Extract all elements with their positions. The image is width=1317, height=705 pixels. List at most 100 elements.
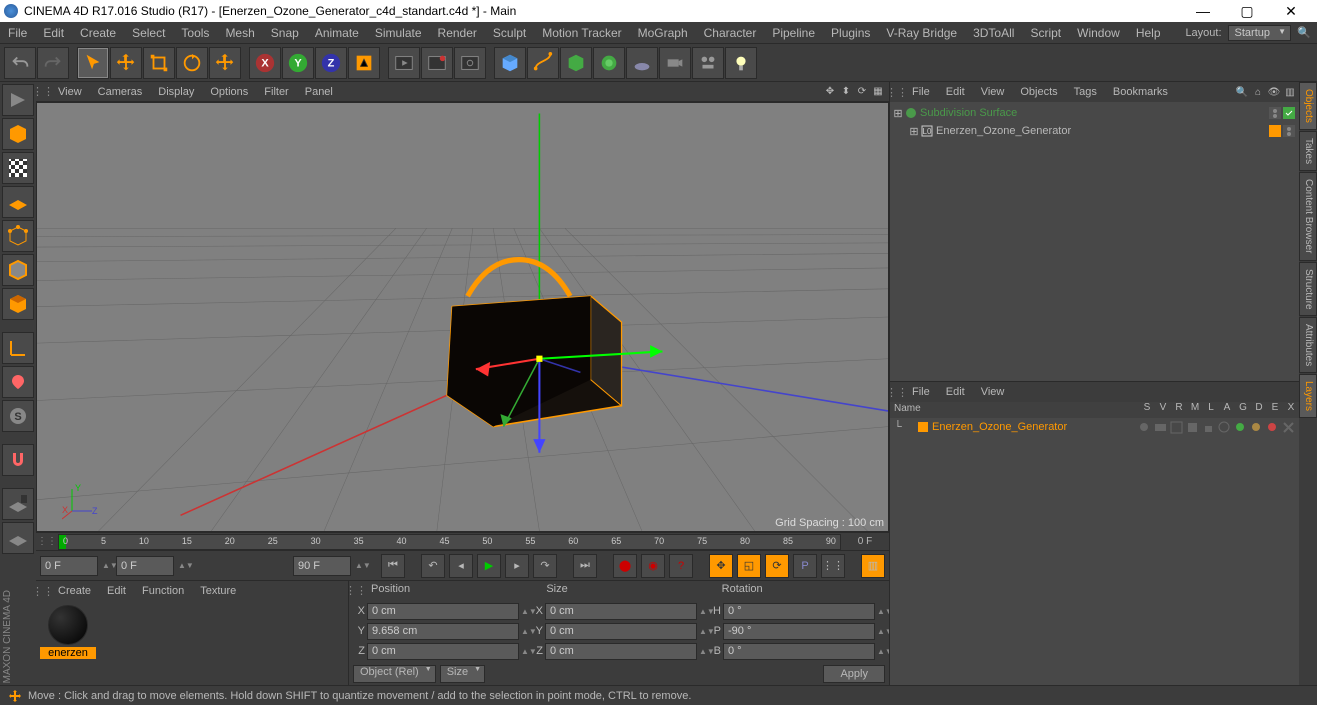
layer-xref-icon[interactable] [1282,421,1295,434]
step-forward-button[interactable]: ▸ [505,554,529,578]
record-button[interactable]: ⬤ [613,554,637,578]
goto-end-button[interactable]: ⏭ [573,554,597,578]
param-key-button[interactable]: P [793,554,817,578]
render-pv-button[interactable] [421,47,453,79]
edge-mode-button[interactable] [2,254,34,286]
axis-orientation-widget[interactable]: YZX [62,481,102,521]
camera-button[interactable] [659,47,691,79]
axis-mode-button[interactable] [2,332,34,364]
workplane-mode-button[interactable] [2,186,34,218]
check-tag-icon[interactable] [1283,107,1295,119]
right-tab-layers[interactable]: Layers [1299,374,1317,418]
minimize-button[interactable]: — [1181,0,1225,22]
menu-v-ray-bridge[interactable]: V-Ray Bridge [878,23,965,43]
viewport-3d[interactable]: Perspective [36,102,889,532]
menu-animate[interactable]: Animate [307,23,367,43]
model-mode-button[interactable] [2,118,34,150]
menu-help[interactable]: Help [1128,23,1169,43]
tree-row[interactable]: ⊞L0Enerzen_Ozone_Generator [892,122,1297,140]
goto-prev-key-button[interactable]: ↶ [421,554,445,578]
om-home-icon[interactable]: ⌂ [1251,85,1265,99]
apply-button[interactable]: Apply [823,665,885,683]
om-menu-edit[interactable]: Edit [938,84,973,100]
play-button[interactable]: ▶ [477,554,501,578]
timeline-window-button[interactable]: ▥ [861,554,885,578]
tree-label[interactable]: Enerzen_Ozone_Generator [936,125,1269,137]
keyframe-sel-button[interactable]: ? [669,554,693,578]
polygon-mode-button[interactable] [2,288,34,320]
size-mode-dropdown[interactable]: Size [440,665,485,683]
magnet-button[interactable] [2,444,34,476]
vp-menu-cameras[interactable]: Cameras [90,84,151,100]
layer-manager-icon[interactable] [1186,421,1199,434]
layer-anim-icon[interactable] [1218,421,1231,434]
size-x-input[interactable] [545,603,697,620]
vp-maximize-icon[interactable]: ▦ [871,85,885,99]
mat-menu-function[interactable]: Function [134,583,192,599]
undo-button[interactable] [4,47,36,79]
mat-menu-edit[interactable]: Edit [99,583,134,599]
menu-pipeline[interactable]: Pipeline [764,23,823,43]
menu-character[interactable]: Character [696,23,765,43]
z-axis-button[interactable]: Z [315,47,347,79]
snap-button[interactable]: S [2,400,34,432]
menu-3dtoall[interactable]: 3DToAll [965,23,1022,43]
vp-menu-view[interactable]: View [50,84,90,100]
om-menu-file[interactable]: File [904,84,938,100]
select-tool[interactable] [77,47,109,79]
timeline-ruler[interactable]: ⋮⋮ 051015202530354045505560657075808590 … [36,532,889,550]
panel-grip-icon[interactable]: ⋮⋮ [40,536,54,547]
close-button[interactable]: ✕ [1269,0,1313,22]
frame-start-input[interactable] [40,556,98,576]
vis-tag-icon[interactable] [1269,107,1281,119]
cam-settings-button[interactable] [692,47,724,79]
mat-menu-texture[interactable]: Texture [192,583,244,599]
menu-file[interactable]: File [0,23,35,43]
point-mode-button[interactable] [2,220,34,252]
vp-menu-options[interactable]: Options [202,84,256,100]
goto-start-button[interactable]: ⏮ [381,554,405,578]
menu-select[interactable]: Select [124,23,173,43]
layer-lock-icon[interactable] [1202,421,1215,434]
object-tree[interactable]: ⊞Subdivision Surface⊞L0Enerzen_Ozone_Gen… [890,102,1299,381]
spline-button[interactable] [527,47,559,79]
panel-grip-icon[interactable]: ⋮⋮ [349,584,363,597]
frame-end-input[interactable] [293,556,351,576]
coord-mode-dropdown[interactable]: Object (Rel) [353,665,436,683]
layer-expr-icon[interactable] [1266,421,1279,434]
menu-render[interactable]: Render [430,23,485,43]
vp-pan-icon[interactable]: ✥ [823,85,837,99]
generator-button[interactable] [560,47,592,79]
layer-def-icon[interactable] [1250,421,1263,434]
scale-key-button[interactable]: ◱ [737,554,761,578]
y-axis-button[interactable]: Y [282,47,314,79]
tree-label[interactable]: Subdivision Surface [920,107,1269,119]
lm-menu-view[interactable]: View [973,384,1013,400]
vp-menu-filter[interactable]: Filter [256,84,296,100]
om-menu-view[interactable]: View [973,84,1013,100]
light-button[interactable] [725,47,757,79]
menu-sculpt[interactable]: Sculpt [485,23,534,43]
coord-system-button[interactable] [348,47,380,79]
menu-window[interactable]: Window [1069,23,1128,43]
menu-edit[interactable]: Edit [35,23,72,43]
mat-menu-create[interactable]: Create [50,583,99,599]
menu-snap[interactable]: Snap [263,23,307,43]
rot-h-input[interactable] [723,603,875,620]
layer-gen-icon[interactable] [1234,421,1247,434]
om-search-icon[interactable]: 🔍 [1235,85,1249,99]
vp-menu-panel[interactable]: Panel [297,84,341,100]
pos-key-button[interactable]: ✥ [709,554,733,578]
panel-grip-icon[interactable]: ⋮⋮ [890,386,904,399]
last-tool[interactable] [209,47,241,79]
menu-create[interactable]: Create [72,23,124,43]
om-menu-objects[interactable]: Objects [1012,84,1065,100]
panel-grip-icon[interactable]: ⋮⋮ [890,86,904,99]
vp-rotate-icon[interactable]: ⟳ [855,85,869,99]
timeline-track[interactable]: 051015202530354045505560657075808590 [58,534,841,550]
make-editable-button[interactable] [2,84,34,116]
om-menu-bookmarks[interactable]: Bookmarks [1105,84,1176,100]
step-back-button[interactable]: ◂ [449,554,473,578]
menu-mograph[interactable]: MoGraph [630,23,696,43]
om-eye-icon[interactable]: 👁 [1267,85,1281,99]
